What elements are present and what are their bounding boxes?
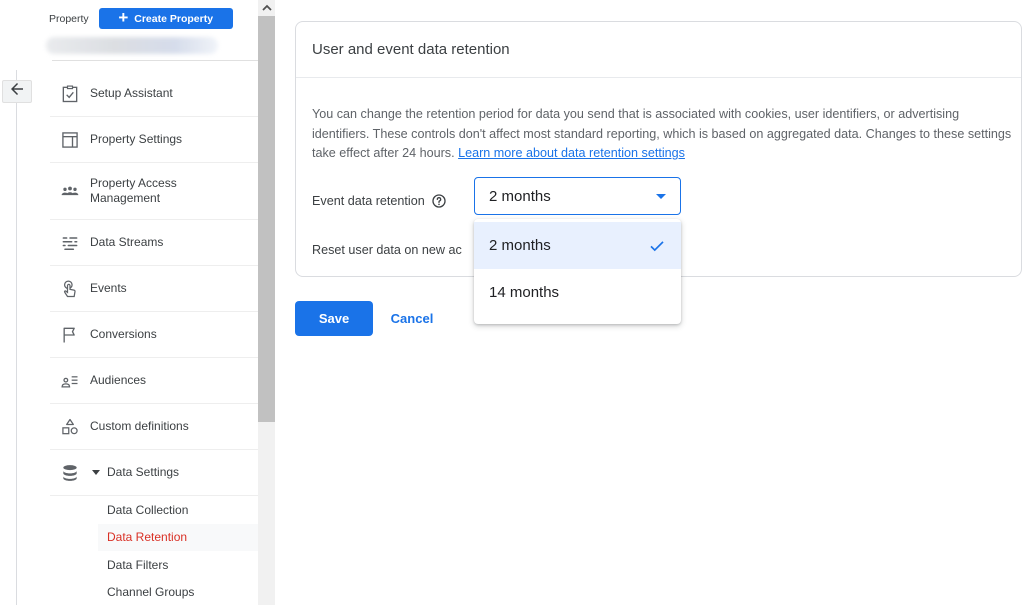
nav-item-custom-definitions[interactable]: Custom definitions (50, 404, 258, 450)
reset-user-data-label: Reset user data on new ac (312, 243, 462, 257)
save-button[interactable]: Save (295, 301, 373, 336)
nav-label: Property Settings (90, 132, 183, 146)
card-title: User and event data retention (296, 22, 1021, 78)
nav-item-property-settings[interactable]: Property Settings (50, 117, 258, 163)
admin-nav: Setup Assistant Property Settings Proper… (50, 71, 258, 496)
scroll-thumb[interactable] (258, 16, 275, 422)
check-icon (648, 237, 666, 255)
touch-icon (50, 279, 90, 299)
create-property-label: Create Property (134, 12, 214, 25)
clipboard-check-icon (50, 84, 90, 104)
sidebar-scrollbar[interactable] (258, 0, 275, 605)
select-value: 2 months (489, 187, 551, 205)
property-name-blurred[interactable] (46, 37, 218, 54)
nav-label: Property Access Management (90, 176, 177, 205)
admin-sidebar: Property + Create Property Setup Assista… (40, 0, 258, 605)
people-icon (50, 181, 90, 201)
option-14-months[interactable]: 14 months (474, 269, 681, 316)
event-retention-label: Event data retention (312, 194, 425, 208)
subnav-item-data-collection[interactable]: Data Collection (98, 496, 258, 524)
audience-icon (50, 371, 90, 391)
header-divider (52, 60, 258, 61)
nav-item-property-access-management[interactable]: Property Access Management (50, 163, 258, 220)
nav-label: Custom definitions (90, 419, 189, 433)
plus-icon: + (118, 8, 129, 27)
subnav-item-channel-groups[interactable]: Channel Groups (98, 579, 258, 605)
back-button[interactable] (2, 80, 32, 103)
retention-options-menu: 2 months 14 months (474, 219, 681, 324)
caret-down-icon (92, 470, 100, 475)
create-property-button[interactable]: + Create Property (98, 8, 233, 29)
nav-label: Setup Assistant (90, 86, 173, 100)
data-settings-subnav: Data Collection Data Retention Data Filt… (98, 496, 258, 605)
reset-user-data-row: Reset user data on new ac (312, 243, 462, 257)
event-retention-row: Event data retention (312, 189, 447, 213)
nav-label: Audiences (90, 373, 147, 387)
nav-label: Conversions (90, 327, 157, 341)
retention-description: You can change the retention period for … (312, 105, 1012, 164)
subnav-item-data-retention[interactable]: Data Retention (98, 523, 258, 551)
arrow-left-icon (8, 80, 26, 103)
nav-label: Data Settings (107, 465, 180, 479)
nav-item-conversions[interactable]: Conversions (50, 312, 258, 358)
cancel-button[interactable]: Cancel (383, 301, 441, 336)
learn-more-link[interactable]: Learn more about data retention settings (458, 146, 685, 160)
nav-item-audiences[interactable]: Audiences (50, 358, 258, 404)
nav-label: Data Streams (90, 235, 164, 249)
option-label: 14 months (489, 284, 560, 301)
nav-item-data-streams[interactable]: Data Streams (50, 220, 258, 266)
option-2-months[interactable]: 2 months (474, 222, 681, 269)
scroll-up-button[interactable] (258, 0, 275, 16)
shapes-icon (50, 417, 90, 437)
property-label: Property (49, 12, 89, 25)
flag-icon (50, 325, 90, 345)
property-header: Property + Create Property (49, 8, 233, 29)
streams-icon (50, 233, 90, 253)
nav-item-data-settings[interactable]: Data Settings (50, 450, 258, 496)
help-circle-icon[interactable] (431, 193, 447, 209)
nav-item-setup-assistant[interactable]: Setup Assistant (50, 71, 258, 117)
subnav-item-data-filters[interactable]: Data Filters (98, 551, 258, 579)
nav-item-events[interactable]: Events (50, 266, 258, 312)
chevron-up-icon (261, 0, 272, 17)
event-retention-select[interactable]: 2 months (474, 177, 681, 215)
option-label: 2 months (489, 237, 551, 254)
nav-label: Events (90, 281, 127, 295)
database-icon (50, 463, 90, 483)
rail-divider (16, 70, 17, 605)
dropdown-arrow-icon (656, 193, 666, 199)
layout-icon (50, 130, 90, 150)
